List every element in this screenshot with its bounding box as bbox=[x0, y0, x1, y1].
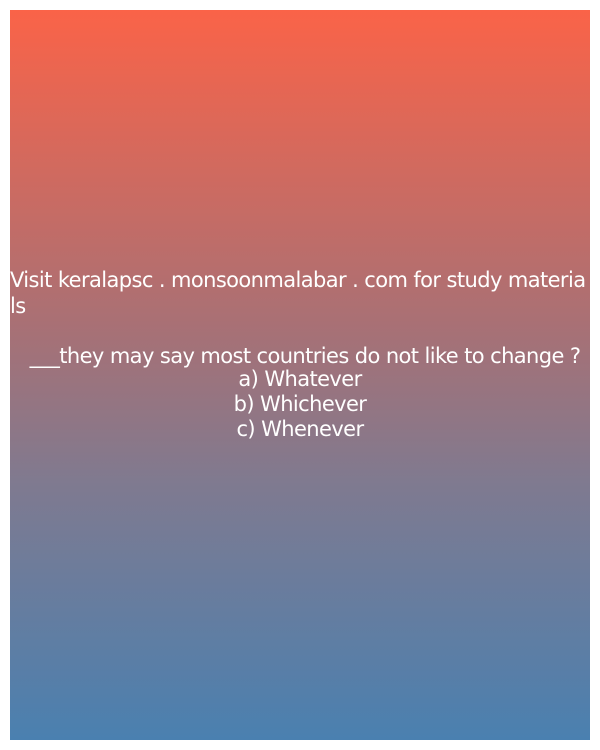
option-c: c) Whenever bbox=[236, 417, 364, 441]
option-a: a) Whatever bbox=[238, 367, 362, 391]
card-content: Visit keralapsc . monsoonmalabar . com f… bbox=[10, 267, 590, 442]
question-text: ___they may say most countries do not li… bbox=[29, 344, 581, 368]
question-block: ___they may say most countries do not li… bbox=[10, 345, 590, 442]
option-b: b) Whichever bbox=[233, 392, 367, 416]
promo-text: Visit keralapsc . monsoonmalabar . com f… bbox=[10, 268, 586, 318]
options-list: a) Whatever b) Whichever c) Whenever bbox=[10, 367, 590, 442]
question-card: Visit keralapsc . monsoonmalabar . com f… bbox=[10, 10, 590, 740]
